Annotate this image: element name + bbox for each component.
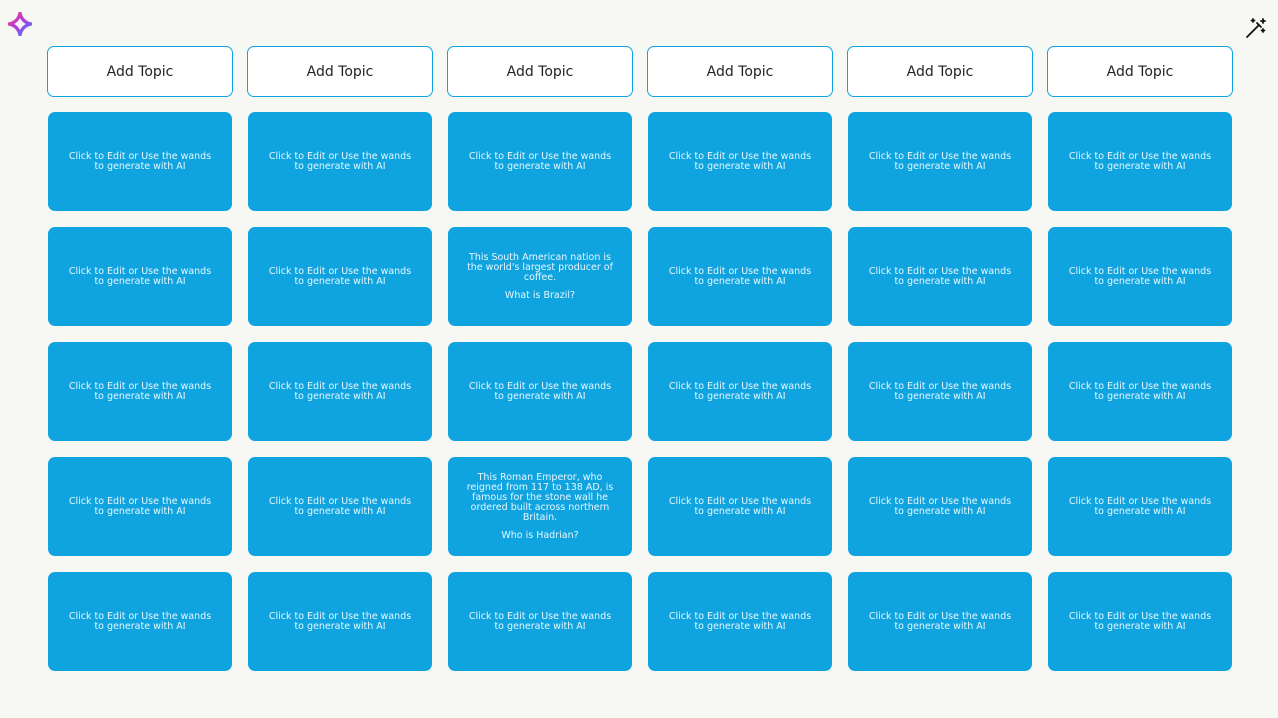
card-placeholder-text: Click to Edit or Use the wands to genera… — [868, 495, 1012, 517]
question-card[interactable]: Click to Edit or Use the wands to genera… — [1048, 227, 1232, 326]
card-placeholder-text: Click to Edit or Use the wands to genera… — [68, 495, 212, 517]
card-placeholder-text: Click to Edit or Use the wands to genera… — [268, 610, 412, 632]
add-topic-button[interactable]: Add Topic — [247, 46, 433, 97]
question-card[interactable]: Click to Edit or Use the wands to genera… — [248, 342, 432, 441]
question-card[interactable]: Click to Edit or Use the wands to genera… — [248, 457, 432, 556]
question-card[interactable]: Click to Edit or Use the wands to genera… — [648, 227, 832, 326]
question-card[interactable]: Click to Edit or Use the wands to genera… — [1048, 112, 1232, 211]
question-card[interactable]: Click to Edit or Use the wands to genera… — [248, 227, 432, 326]
card-placeholder-text: Click to Edit or Use the wands to genera… — [1068, 610, 1212, 632]
card-placeholder-text: Click to Edit or Use the wands to genera… — [668, 380, 812, 402]
card-placeholder-text: Click to Edit or Use the wands to genera… — [268, 265, 412, 287]
card-answer: Who is Hadrian? — [501, 529, 579, 541]
card-placeholder-text: Click to Edit or Use the wands to genera… — [68, 265, 212, 287]
magic-wand-icon[interactable] — [1244, 16, 1268, 40]
card-placeholder-text: Click to Edit or Use the wands to genera… — [1068, 380, 1212, 402]
card-placeholder-text: Click to Edit or Use the wands to genera… — [1068, 265, 1212, 287]
question-card[interactable]: Click to Edit or Use the wands to genera… — [48, 112, 232, 211]
question-card[interactable]: Click to Edit or Use the wands to genera… — [848, 572, 1032, 671]
card-answer: What is Brazil? — [504, 289, 576, 301]
question-card[interactable]: Click to Edit or Use the wands to genera… — [48, 457, 232, 556]
question-card[interactable]: Click to Edit or Use the wands to genera… — [648, 572, 832, 671]
question-card[interactable]: This South American nation is the world'… — [448, 227, 632, 326]
question-card[interactable]: Click to Edit or Use the wands to genera… — [848, 342, 1032, 441]
topic-row: Add Topic Add Topic Add Topic Add Topic Add … — [47, 46, 1233, 97]
question-grid: Click to Edit or Use the wands to genera… — [48, 112, 1233, 671]
card-placeholder-text: Click to Edit or Use the wands to genera… — [1068, 495, 1212, 517]
add-topic-button[interactable]: Add Topic — [647, 46, 833, 97]
card-placeholder-text: Click to Edit or Use the wands to genera… — [268, 495, 412, 517]
question-card[interactable]: Click to Edit or Use the wands to genera… — [1048, 457, 1232, 556]
question-card[interactable]: Click to Edit or Use the wands to genera… — [48, 572, 232, 671]
card-placeholder-text: Click to Edit or Use the wands to genera… — [468, 610, 612, 632]
question-card[interactable]: Click to Edit or Use the wands to genera… — [848, 112, 1032, 211]
sparkle-logo-icon[interactable] — [7, 11, 33, 37]
add-topic-button[interactable]: Add Topic — [447, 46, 633, 97]
question-card[interactable]: Click to Edit or Use the wands to genera… — [1048, 342, 1232, 441]
game-board: Add Topic Add Topic Add Topic Add Topic Add … — [47, 46, 1233, 671]
question-card[interactable]: Click to Edit or Use the wands to genera… — [848, 457, 1032, 556]
card-placeholder-text: Click to Edit or Use the wands to genera… — [468, 380, 612, 402]
question-card[interactable]: Click to Edit or Use the wands to genera… — [248, 112, 432, 211]
card-placeholder-text: Click to Edit or Use the wands to genera… — [868, 380, 1012, 402]
question-card[interactable]: Click to Edit or Use the wands to genera… — [448, 112, 632, 211]
card-placeholder-text: Click to Edit or Use the wands to genera… — [868, 150, 1012, 172]
card-placeholder-text: Click to Edit or Use the wands to genera… — [668, 265, 812, 287]
card-placeholder-text: Click to Edit or Use the wands to genera… — [468, 150, 612, 172]
app-root: Add Topic Add Topic Add Topic Add Topic Add … — [0, 0, 1278, 718]
question-card[interactable]: This Roman Emperor, who reigned from 117… — [448, 457, 632, 556]
card-placeholder-text: Click to Edit or Use the wands to genera… — [268, 380, 412, 402]
card-placeholder-text: Click to Edit or Use the wands to genera… — [68, 380, 212, 402]
card-placeholder-text: Click to Edit or Use the wands to genera… — [268, 150, 412, 172]
add-topic-button[interactable]: Add Topic — [1047, 46, 1233, 97]
question-card[interactable]: Click to Edit or Use the wands to genera… — [648, 112, 832, 211]
question-card[interactable]: Click to Edit or Use the wands to genera… — [448, 342, 632, 441]
question-card[interactable]: Click to Edit or Use the wands to genera… — [48, 227, 232, 326]
add-topic-button[interactable]: Add Topic — [847, 46, 1033, 97]
question-card[interactable]: Click to Edit or Use the wands to genera… — [248, 572, 432, 671]
add-topic-button[interactable]: Add Topic — [47, 46, 233, 97]
card-placeholder-text: Click to Edit or Use the wands to genera… — [668, 610, 812, 632]
question-card[interactable]: Click to Edit or Use the wands to genera… — [48, 342, 232, 441]
card-placeholder-text: Click to Edit or Use the wands to genera… — [68, 150, 212, 172]
card-placeholder-text: Click to Edit or Use the wands to genera… — [868, 265, 1012, 287]
card-question: This South American nation is the world'… — [467, 251, 613, 283]
question-card[interactable]: Click to Edit or Use the wands to genera… — [1048, 572, 1232, 671]
question-card[interactable]: Click to Edit or Use the wands to genera… — [848, 227, 1032, 326]
question-card[interactable]: Click to Edit or Use the wands to genera… — [448, 572, 632, 671]
card-placeholder-text: Click to Edit or Use the wands to genera… — [1068, 150, 1212, 172]
card-placeholder-text: Click to Edit or Use the wands to genera… — [868, 610, 1012, 632]
card-placeholder-text: Click to Edit or Use the wands to genera… — [668, 150, 812, 172]
card-placeholder-text: Click to Edit or Use the wands to genera… — [668, 495, 812, 517]
card-question: This Roman Emperor, who reigned from 117… — [466, 471, 614, 523]
question-card[interactable]: Click to Edit or Use the wands to genera… — [648, 342, 832, 441]
card-placeholder-text: Click to Edit or Use the wands to genera… — [68, 610, 212, 632]
question-card[interactable]: Click to Edit or Use the wands to genera… — [648, 457, 832, 556]
